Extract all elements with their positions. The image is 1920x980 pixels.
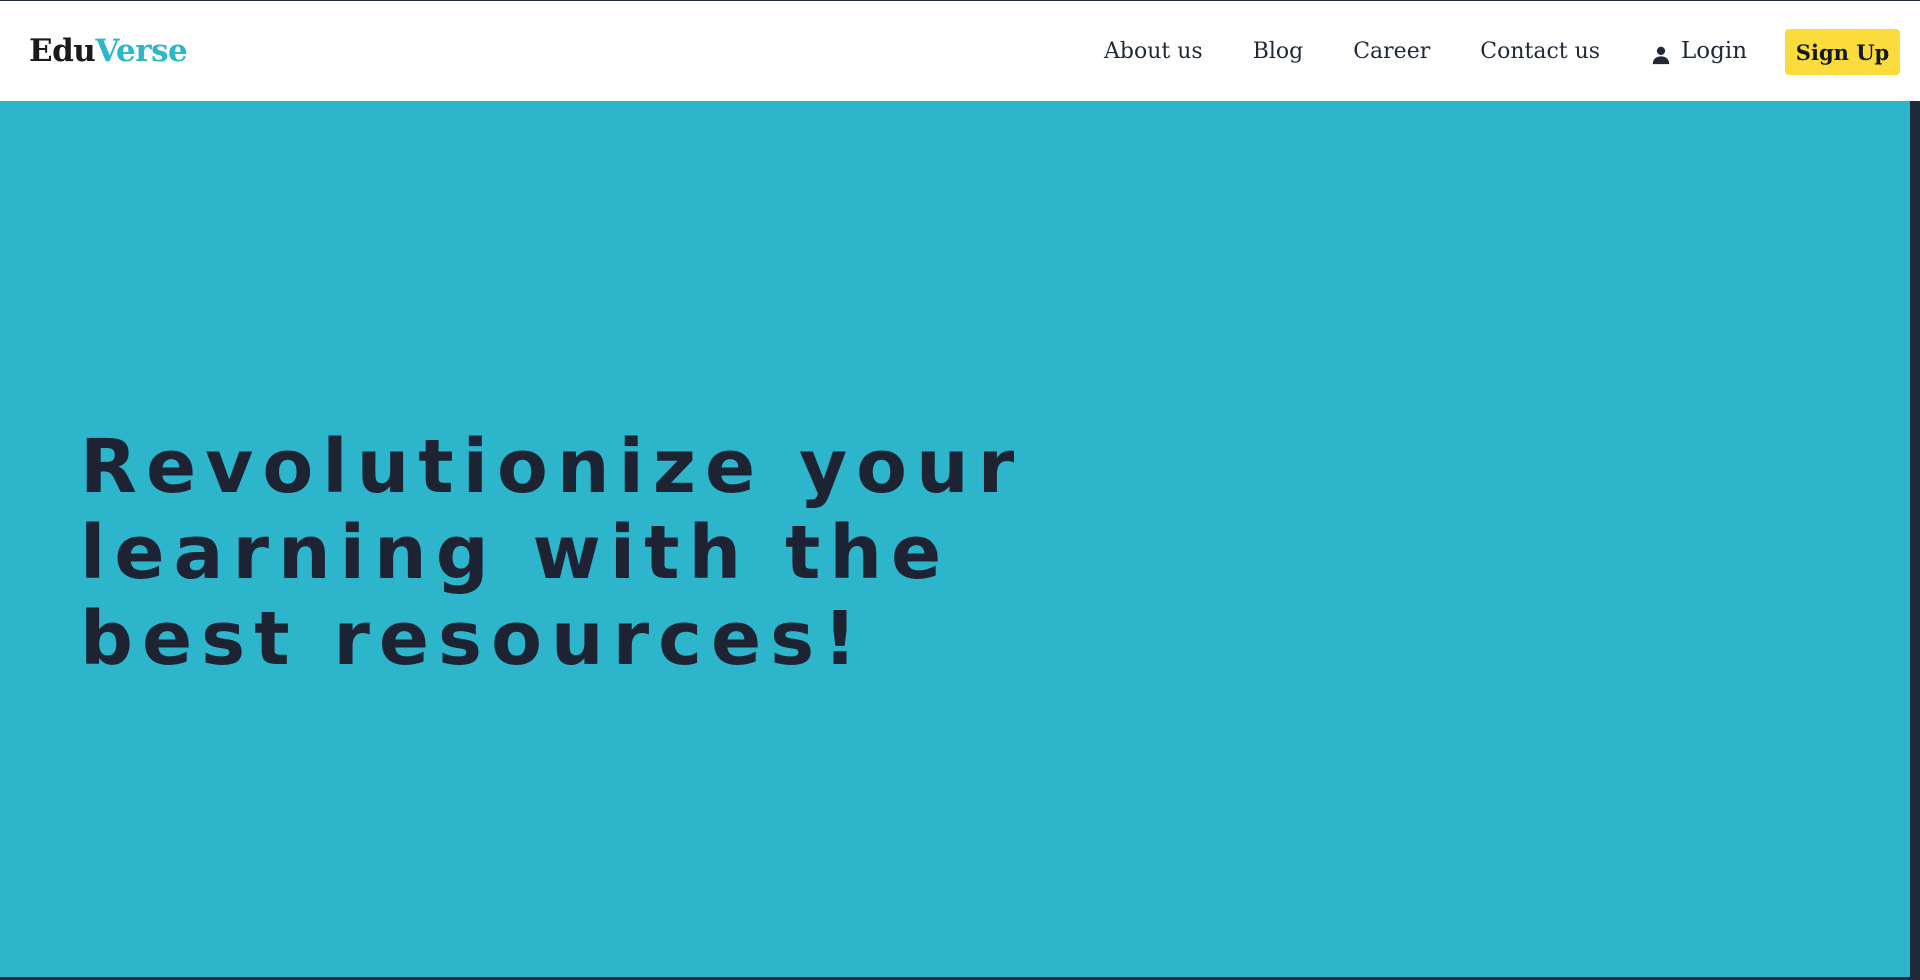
nav-link-career[interactable]: Career	[1353, 35, 1430, 69]
nav-link-about-us[interactable]: About us	[1104, 35, 1203, 69]
sign-up-button[interactable]: Sign Up	[1785, 29, 1900, 75]
brand-name-part-2: Verse	[95, 33, 188, 69]
login-link[interactable]: Login	[1650, 34, 1747, 68]
nav-link-contact-us[interactable]: Contact us	[1480, 35, 1600, 69]
navbar: EduVerse About us Blog Career Contact us…	[0, 1, 1920, 101]
person-icon	[1650, 42, 1672, 64]
brand-name-part-1: Edu	[29, 33, 96, 69]
brand-logo[interactable]: EduVerse	[29, 31, 188, 71]
hero-section: Revolutionize your learning with the bes…	[0, 101, 1910, 977]
main-nav: About us Blog Career Contact us	[1104, 35, 1600, 69]
hero-title: Revolutionize your learning with the bes…	[80, 424, 1024, 682]
nav-link-blog[interactable]: Blog	[1253, 35, 1304, 69]
login-label: Login	[1681, 38, 1748, 64]
